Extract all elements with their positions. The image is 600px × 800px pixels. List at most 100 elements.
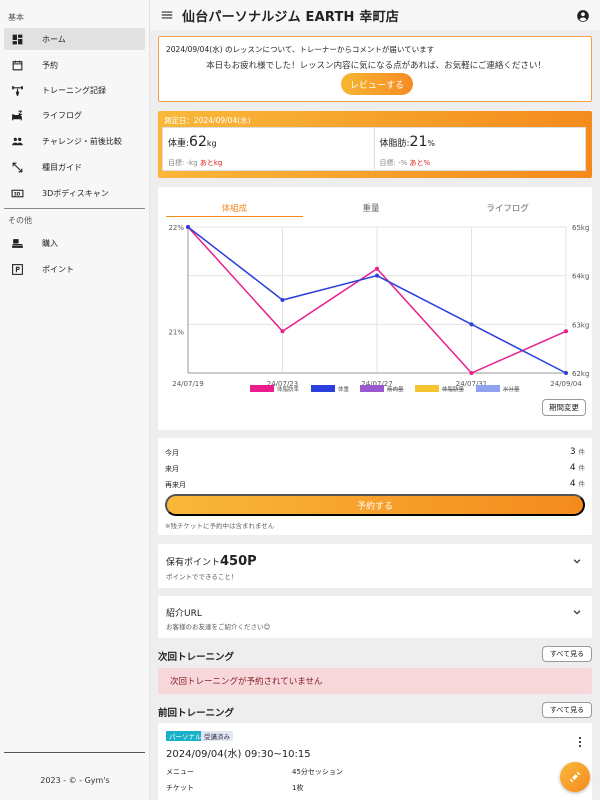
x-tick-label: 24/07/19 [172, 380, 203, 388]
data-point [564, 371, 568, 375]
sidebar-item-label: トレーニング記録 [42, 85, 106, 95]
points-accordion[interactable]: 保有ポイント450P ポイントでできること！ [158, 544, 592, 588]
chevron-down-icon[interactable] [572, 607, 582, 617]
comment-body: 本日もお疲れ様でした！レッスン内容に気になる点があれば、お気軽にご連絡ください！ [206, 61, 546, 71]
sidebar-section-basic: 基本 [8, 13, 24, 22]
sidebar-item-home[interactable]: ホーム [4, 28, 145, 50]
sidebar-item-label: ポイント [42, 264, 74, 274]
chevron-down-icon[interactable] [572, 556, 582, 566]
fitness-icon [569, 771, 581, 783]
data-point [469, 371, 474, 375]
no-next-training-alert: 次回トレーニングが予約されていません [158, 668, 592, 694]
trainer-comment-card: 2024/09/04(水) のレッスンについて、トレーナーからコメントが届いてい… [158, 36, 592, 102]
legend-swatch [415, 385, 439, 392]
training-menu-label: メニュー [166, 768, 194, 776]
reservation-unit: 件 [578, 464, 586, 472]
sidebar-item-label: 3Dボディスキャン [42, 188, 109, 198]
last-training-card[interactable]: パーソナル 受講済み 2024/09/04(水) 09:30~10:15 メニュ… [158, 723, 592, 800]
bed-icon [10, 108, 24, 122]
reservation-period: 今月 [165, 449, 179, 457]
last-training-title: 前回トレーニング [158, 708, 235, 719]
points-value: 450P [220, 554, 257, 569]
points-label: 保有ポイント [166, 558, 221, 568]
next-training-see-all-button[interactable]: すべて見る [542, 646, 592, 662]
tab-lifelog[interactable]: ライフログ [439, 195, 576, 217]
sidebar-item-lifelog[interactable]: ライフログ [4, 104, 145, 126]
body-fat-cell: 体脂肪:21% 目標: -% あと% [373, 128, 586, 170]
legend-label: 筋肉量 [387, 385, 404, 393]
reservation-period: 再来月 [165, 481, 186, 489]
sidebar-item-label: 購入 [42, 238, 58, 248]
y-tick-label-right: 64kg [572, 273, 589, 281]
referral-subtitle: お客様のお友達をご紹介ください😊 [166, 623, 271, 631]
data-point [186, 225, 190, 229]
account-circle-icon[interactable] [576, 8, 590, 22]
reservation-count: 4 [569, 479, 576, 489]
training-status-badge: 受講済み [201, 731, 233, 741]
legend-swatch [360, 385, 384, 392]
reservation-row-next-month: 来月 4 件 [165, 463, 586, 476]
sidebar-item-label: ライフログ [42, 110, 82, 120]
weight-label: 体重: [168, 139, 190, 149]
reservation-card: 今月 3 件 来月 4 件 再来月 4 件 予約する ※残チケットに予約中は含ま… [158, 438, 592, 535]
page-title: 仙台パーソナルジム EARTH 幸町店 [182, 9, 399, 25]
referral-title: 紹介URL [166, 609, 202, 619]
book-button[interactable]: 予約する [165, 494, 585, 516]
sidebar-item-challenge[interactable]: チャレンジ・前後比較 [4, 130, 145, 152]
data-point [375, 273, 379, 278]
weight-unit: kg [206, 139, 217, 148]
sidebar: 基本 ホーム 予約 トレーニング記録 ライフログ チャレンジ・前後比較 種目ガイ [0, 0, 150, 800]
legend-label: 体脂肪量 [442, 385, 465, 393]
top-bar: 仙台パーソナルジム EARTH 幸町店 [150, 0, 600, 30]
comment-title: 2024/09/04(水) のレッスンについて、トレーナーからコメントが届いてい… [166, 45, 435, 54]
legend-label: 体重 [338, 385, 350, 393]
reservation-unit: 件 [578, 448, 586, 456]
data-point [564, 329, 568, 334]
referral-accordion[interactable]: 紹介URL お客様のお友達をご紹介ください😊 [158, 596, 592, 638]
measurement-date: 測定日：2024/09/04(水) [164, 116, 251, 125]
data-point [280, 298, 285, 302]
tab-body-composition[interactable]: 体組成 [166, 195, 303, 217]
sidebar-item-points[interactable]: ポイント [4, 258, 145, 280]
body-fat-label: 体脂肪: [379, 139, 410, 149]
weight-cell: 体重:62kg 目標: -kg あとkg [163, 128, 374, 170]
sidebar-item-reservation[interactable]: 予約 [4, 54, 145, 76]
sidebar-item-label: チャレンジ・前後比較 [42, 136, 122, 146]
reservation-period: 来月 [165, 465, 179, 473]
next-training-title: 次回トレーニング [158, 652, 235, 663]
review-button[interactable]: レビューする [341, 73, 413, 95]
reservation-note: ※残チケットに予約中は含まれません [165, 522, 275, 530]
legend-swatch [311, 385, 335, 392]
reservation-row-this-month: 今月 3 件 [165, 447, 586, 460]
y-tick-label-left: 22% [168, 224, 184, 232]
reservation-unit: 件 [578, 480, 586, 488]
change-period-button[interactable]: 期間変更 [542, 399, 586, 416]
measurement-values: 体重:62kg 目標: -kg あとkg 体脂肪:21% 目標: -% あと% [162, 127, 586, 171]
reservation-count: 3 [569, 447, 576, 457]
sidebar-item-label: ホーム [42, 34, 66, 44]
body-fat-remaining: あと% [409, 159, 431, 167]
training-menu-value: 45分セッション [292, 768, 343, 776]
sidebar-item-purchase[interactable]: 購入 [4, 232, 145, 254]
y-tick-label-right: 62kg [572, 370, 589, 378]
tab-weight[interactable]: 重量 [303, 195, 440, 217]
main-content: 2024/09/04(水) のレッスンについて、トレーナーからコメントが届いてい… [150, 30, 600, 800]
y-tick-label-right: 65kg [572, 224, 589, 232]
sidebar-item-exercise-guide[interactable]: 種目ガイド [4, 156, 145, 178]
reservation-row-month-after-next: 再来月 4 件 [165, 479, 586, 492]
sidebar-section-other: その他 [8, 216, 32, 225]
weight-value: 62 [189, 134, 207, 150]
weight-goal: 目標: -kg [168, 159, 198, 167]
shop-icon [10, 236, 24, 250]
sidebar-item-training-record[interactable]: トレーニング記録 [4, 79, 145, 101]
last-training-see-all-button[interactable]: すべて見る [542, 702, 592, 718]
sidebar-item-3d-scan[interactable]: 3D 3Dボディスキャン [4, 182, 145, 204]
weight-remaining: あとkg [199, 159, 223, 167]
training-ticket-row: チケット 1枚 [166, 783, 303, 793]
parking-icon [10, 262, 24, 276]
sidebar-divider [4, 208, 145, 209]
legend-label: 水分量 [503, 385, 520, 393]
floating-action-button[interactable] [560, 762, 590, 792]
hamburger-menu-icon[interactable] [160, 8, 174, 22]
more-vert-icon[interactable] [576, 736, 584, 748]
